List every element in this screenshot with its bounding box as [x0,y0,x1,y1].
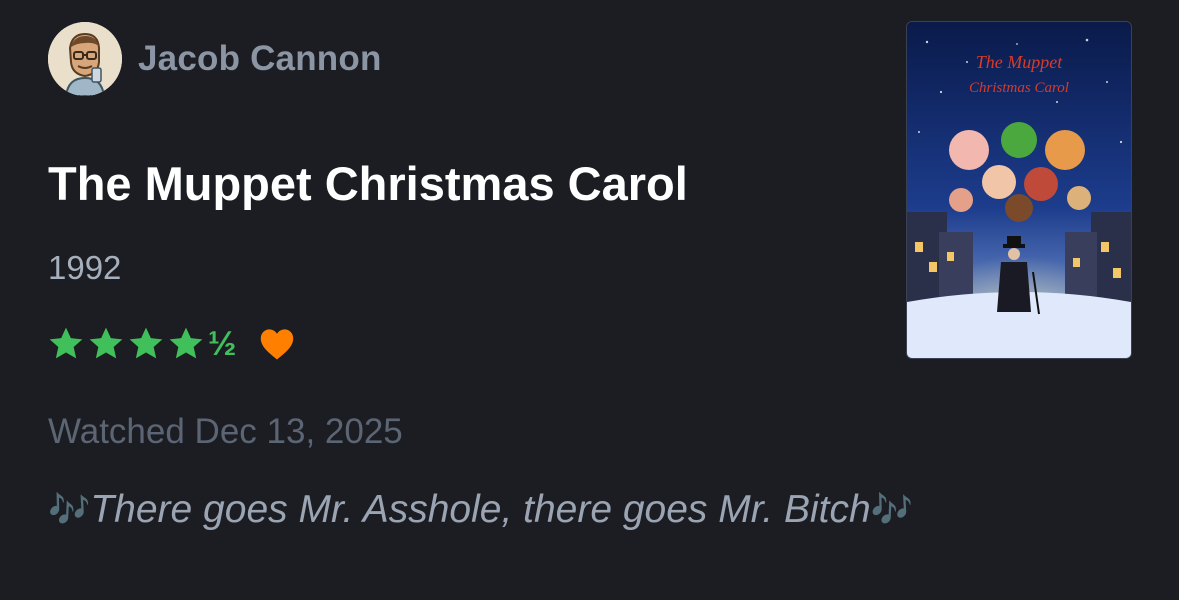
watched-date: Watched Dec 13, 2025 [48,412,403,451]
poster-title-line1: The Muppet [976,52,1063,72]
user-row[interactable]: Jacob Cannon [48,22,382,96]
star-icon [166,324,206,364]
review-body: 🎶 There goes Mr. Asshole, there goes Mr.… [48,488,913,532]
star-icon [46,324,86,364]
film-poster[interactable]: The Muppet Christmas Carol [906,21,1132,359]
film-year[interactable]: 1992 [48,249,121,287]
music-notes-icon: 🎶 [48,491,91,529]
music-notes-icon: 🎶 [870,491,914,529]
username[interactable]: Jacob Cannon [138,39,382,79]
star-icon [126,324,166,364]
star-icon [86,324,126,364]
rating-row: ½ [46,322,296,366]
review-text: There goes Mr. Asshole, there goes Mr. B… [90,488,871,531]
review-card: Jacob Cannon The Muppet Christmas Carol … [0,0,1179,600]
avatar-illustration-icon [48,22,122,96]
heart-icon [261,329,294,360]
poster-title-line2: Christmas Carol [969,80,1069,96]
user-avatar[interactable] [48,22,122,96]
star-rating: ½ [46,324,236,364]
half-star-label: ½ [208,325,237,363]
film-title[interactable]: The Muppet Christmas Carol [48,156,688,211]
